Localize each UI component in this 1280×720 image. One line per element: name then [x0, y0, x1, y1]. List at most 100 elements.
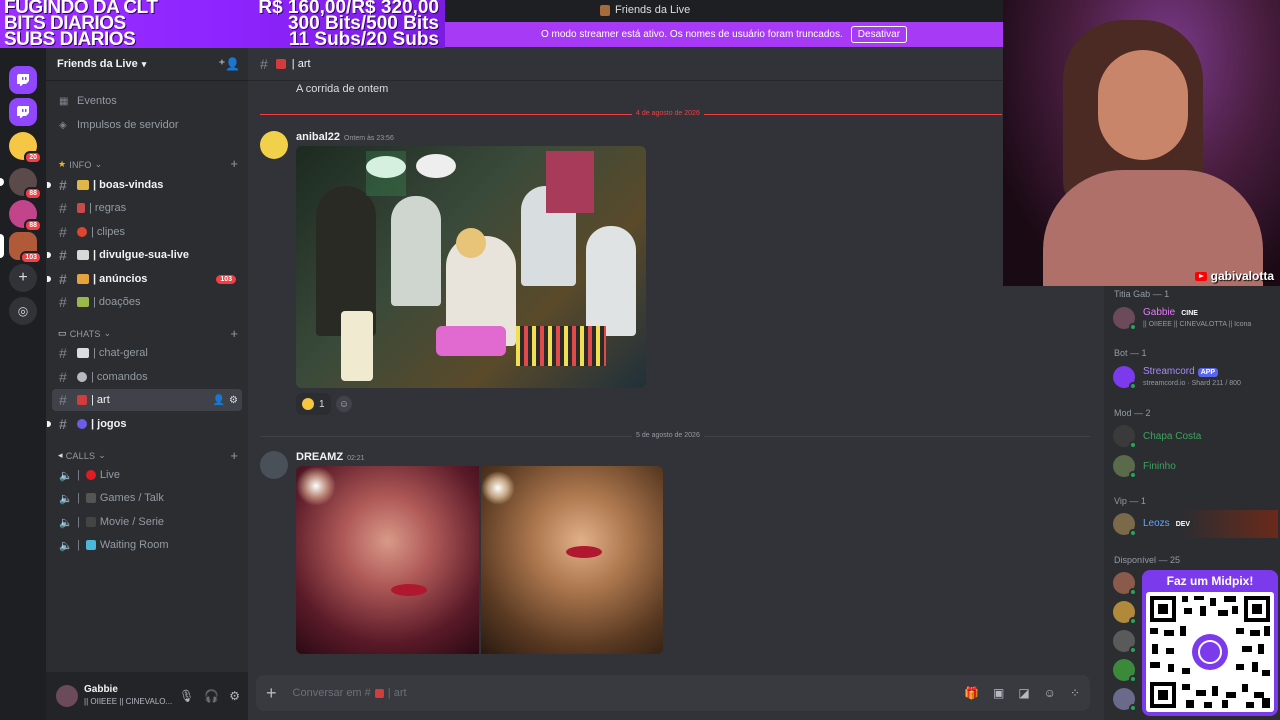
dots-icon [85, 540, 96, 550]
member-group-label: Disponível — 25 [1114, 555, 1181, 565]
member-group-label: Bot — 1 [1114, 348, 1147, 358]
channel-divulgue-sua-live[interactable]: # | divulgue-sua-live [47, 244, 242, 266]
apps-icon[interactable]: ⁘ [1070, 686, 1080, 700]
speaker-icon: ◂ [58, 450, 63, 460]
sidebar-item-boosts[interactable]: ◈ Impulsos de servidor [52, 114, 242, 136]
date-divider-label: 5 de agosto de 2026 [632, 432, 704, 439]
unread-dot [47, 276, 51, 282]
add-channel-icon[interactable]: + [230, 448, 238, 463]
server-header[interactable]: Friends da Live ▾ ⁺👤 [46, 48, 248, 81]
member-tag: DEV [1172, 520, 1194, 529]
voice-channel-movie[interactable]: 🔈 | Movie / Serie [52, 511, 242, 533]
gif-icon[interactable]: ▣ [993, 686, 1004, 700]
voice-channel-live[interactable]: 🔈 | Live [52, 464, 242, 486]
sidebar-item-events[interactable]: ▦ Eventos [52, 90, 242, 112]
gear-icon[interactable]: ⚙ [229, 689, 240, 703]
server-twitch-1[interactable] [9, 66, 37, 94]
channel-boas-vindas[interactable]: # | boas-vindas [47, 174, 242, 196]
speaker-icon: 🔈 [59, 469, 73, 482]
channel-comandos[interactable]: # | comandos [52, 366, 242, 388]
add-reaction-button[interactable]: ☺ [336, 396, 352, 412]
hash-icon: # [59, 416, 67, 432]
category-chats[interactable]: ▭ CHATS ⌄ [58, 328, 111, 339]
channel-anuncios[interactable]: # | anúncios 103 [47, 268, 242, 290]
channel-label: | divulgue-sua-live [93, 249, 189, 261]
invite-icon[interactable]: 👤 [213, 395, 225, 406]
server-name: Friends da Live [57, 58, 138, 70]
bell-emoji-icon [77, 274, 89, 284]
channel-art[interactable]: # | art 👤 ⚙ [52, 389, 242, 411]
category-label: INFO [69, 159, 92, 170]
invite-people-icon[interactable]: ⁺👤 [219, 57, 240, 71]
message-author[interactable]: DREAMZ 02:21 [296, 451, 365, 463]
discover-button[interactable]: ◎ [9, 297, 37, 325]
sticker-icon[interactable]: ◪ [1018, 686, 1029, 700]
microphone-icon[interactable]: 🎙 [179, 689, 194, 703]
member-leozs[interactable]: Leozs DEV [1113, 510, 1278, 538]
member-fininho[interactable]: Fininho [1113, 452, 1278, 480]
server-avatar-2[interactable]: 88 [0, 168, 42, 200]
message-composer[interactable]: + Conversar em # | art 🎁 ▣ ◪ ☺ ⁘ [256, 675, 1090, 711]
member-available[interactable] [1113, 598, 1143, 626]
channel-label: | comandos [91, 371, 148, 383]
server-avatar-1[interactable]: 20 [9, 132, 42, 164]
channel-doacoes[interactable]: # | doações [52, 291, 242, 313]
member-group-label: Titia Gab — 1 [1114, 289, 1170, 299]
category-info[interactable]: ★ INFO ⌄ [58, 159, 102, 170]
channel-jogos[interactable]: # | jogos [47, 413, 242, 435]
voice-channel-games[interactable]: 🔈 | Games / Talk [52, 487, 242, 509]
gamepad-icon [85, 493, 96, 503]
headphones-icon[interactable]: 🎧 [204, 689, 219, 703]
avatar[interactable] [260, 131, 288, 159]
plus-icon[interactable]: + [266, 683, 277, 704]
server-icon [600, 4, 610, 16]
member-gabbie[interactable]: Gabbie CINE || OIIEEE || CINEVALOTTA || I… [1113, 304, 1278, 332]
avatar [1113, 455, 1137, 479]
member-available[interactable] [1113, 627, 1143, 655]
member-streamcord[interactable]: Streamcord APP streamcord.io · Shard 211 … [1113, 363, 1278, 391]
member-chapa-costa[interactable]: Chapa Costa [1113, 422, 1278, 450]
member-available[interactable] [1113, 569, 1143, 597]
channel-title: | art [291, 58, 311, 70]
server-twitch-2[interactable] [9, 98, 37, 126]
speech-emoji-icon [77, 348, 89, 358]
server-avatar-3[interactable]: 88 [9, 200, 42, 232]
message-author[interactable]: anibal22 Ontem às 23:56 [296, 131, 394, 143]
selected-pill [0, 234, 4, 258]
message-image[interactable] [296, 466, 479, 654]
channel-clipes[interactable]: # | clipes [52, 221, 242, 243]
disable-streamer-button[interactable]: Desativar [850, 26, 908, 43]
member-available[interactable] [1113, 685, 1143, 713]
member-status: || OIIEEE || CINEVALOTTA || Icona [1143, 320, 1252, 328]
calendar-icon: ▦ [59, 95, 69, 107]
voice-channel-waiting[interactable]: 🔈 | Waiting Room [52, 534, 242, 556]
channel-header: # | art [248, 48, 1104, 81]
channel-chat-geral[interactable]: # | chat-geral [52, 342, 242, 364]
handle-text: gabivalotta [1210, 269, 1274, 283]
channel-label: | chat-geral [93, 347, 148, 359]
server-friends-da-live[interactable]: 103 [0, 232, 42, 264]
red-dot-icon [85, 470, 96, 480]
author-name: DREAMZ [296, 451, 344, 463]
add-channel-icon[interactable]: + [230, 326, 238, 341]
avatar[interactable] [56, 685, 78, 707]
member-available[interactable] [1113, 656, 1143, 684]
add-server-button[interactable]: + [9, 264, 37, 292]
avatar[interactable] [260, 451, 288, 479]
reaction-laugh[interactable]: 1 [296, 393, 331, 415]
twitch-icon [17, 74, 29, 86]
unread-dot [47, 182, 51, 188]
date-divider-label: 4 de agosto de 2026 [632, 110, 704, 117]
emoji-icon[interactable]: ☺ [1044, 686, 1056, 700]
message-image[interactable] [296, 146, 646, 388]
category-calls[interactable]: ◂ CALLS ⌄ [58, 450, 106, 461]
message-timestamp: 02:21 [347, 455, 365, 462]
gift-icon[interactable]: 🎁 [964, 686, 979, 700]
message-image[interactable] [481, 466, 663, 654]
add-channel-icon[interactable]: + [230, 156, 238, 171]
overlay-goals-right: R$ 160,00/R$ 320,00 300 Bits/500 Bits 11… [258, 0, 439, 49]
channel-regras[interactable]: # | regras [52, 197, 242, 219]
gear-icon[interactable]: ⚙ [229, 395, 238, 406]
controller-emoji-icon [77, 419, 87, 429]
twitch-icon [17, 106, 29, 118]
